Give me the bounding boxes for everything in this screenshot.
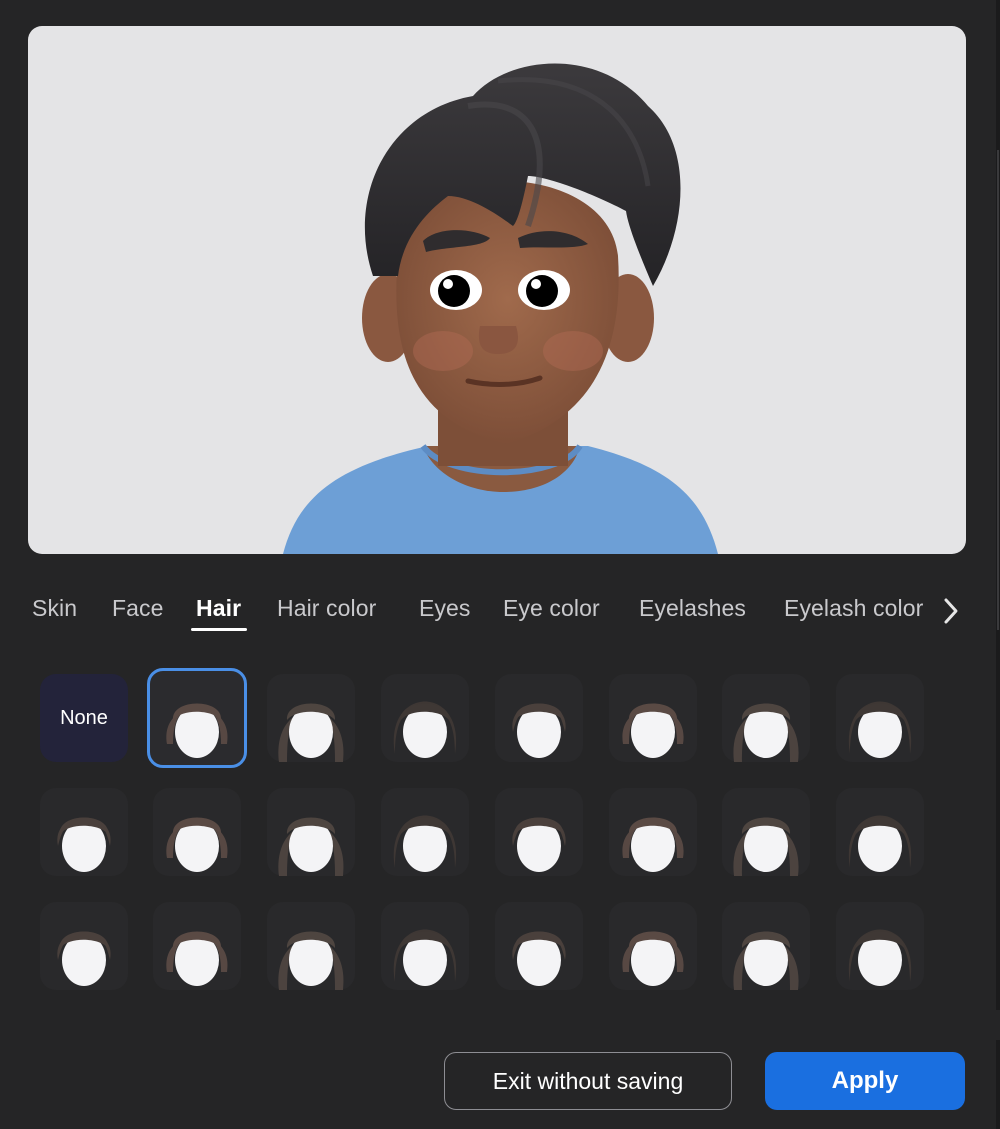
tab-eyelash-color[interactable]: Eyelash color: [784, 595, 923, 622]
hair-option-short-afro[interactable]: [836, 902, 924, 990]
hair-option-flowing-long[interactable]: [40, 902, 128, 990]
tab-hair-color[interactable]: Hair color: [277, 595, 376, 622]
hair-option-quiff[interactable]: [836, 788, 924, 876]
grid-scroll-edge: [0, 1010, 1000, 1040]
hair-thumbnail-icon: [848, 929, 912, 986]
hair-thumbnail-icon: [57, 931, 111, 986]
hair-option-wavy-bob[interactable]: [267, 674, 355, 762]
hair-thumbnail-icon: [393, 815, 457, 872]
hair-option-side-swept-bob[interactable]: [381, 674, 469, 762]
tab-hair[interactable]: Hair: [196, 595, 241, 622]
hair-thumbnail-icon: [166, 703, 228, 758]
hair-option-wavy-medium[interactable]: [722, 788, 810, 876]
hair-option-straight-bangs[interactable]: [609, 674, 697, 762]
exit-without-saving-button[interactable]: Exit without saving: [444, 1052, 732, 1110]
hair-thumbnail-icon: [278, 817, 344, 876]
hair-option-long-straight[interactable]: [722, 674, 810, 762]
tab-eyelashes[interactable]: Eyelashes: [639, 595, 746, 622]
hair-thumbnail-icon: [622, 817, 684, 872]
hair-option-short-twists[interactable]: [722, 902, 810, 990]
hair-style-grid: None: [0, 660, 1000, 1030]
active-tab-indicator: [191, 628, 247, 631]
hair-option-none[interactable]: None: [40, 674, 128, 762]
hair-thumbnail-icon: [393, 929, 457, 986]
hair-thumbnail-icon: [278, 703, 344, 762]
hair-thumbnail-icon: [733, 703, 799, 762]
hair-option-short-fade[interactable]: [609, 902, 697, 990]
tab-face[interactable]: Face: [112, 595, 164, 622]
tab-eye-color[interactable]: Eye color: [503, 595, 600, 622]
hair-thumbnail-icon: [622, 703, 684, 758]
hair-thumbnail-icon: [733, 817, 799, 876]
hair-option-short-side-part[interactable]: [147, 668, 247, 768]
chevron-right-icon[interactable]: [938, 594, 964, 628]
hair-thumbnail-icon: [512, 931, 566, 986]
hair-option-braids-short[interactable]: [381, 902, 469, 990]
hair-option-space-buns[interactable]: [495, 674, 583, 762]
hair-option-long-bangs[interactable]: [836, 674, 924, 762]
none-label: None: [60, 707, 108, 729]
hair-option-wavy-long[interactable]: [609, 788, 697, 876]
hair-option-curly-medium[interactable]: [381, 788, 469, 876]
hair-thumbnail-icon: [278, 931, 344, 990]
hair-thumbnail-icon: [512, 817, 566, 872]
hair-thumbnail-icon: [848, 701, 912, 758]
hair-thumbnail-icon: [393, 701, 457, 758]
hair-option-long-straight-center[interactable]: [153, 788, 241, 876]
hair-option-locs-long[interactable]: [267, 902, 355, 990]
hair-option-short-curly-top[interactable]: [495, 788, 583, 876]
hair-option-curly-long[interactable]: [267, 788, 355, 876]
hair-thumbnail-icon: [166, 817, 228, 872]
category-tabs: Skin Face Hair Hair color Eyes Eye color…: [0, 578, 1000, 642]
apply-button[interactable]: Apply: [765, 1052, 965, 1110]
hair-thumbnail-icon: [733, 931, 799, 990]
hair-option-long-side-part[interactable]: [40, 788, 128, 876]
hair-option-twists-bob[interactable]: [495, 902, 583, 990]
avatar-preview: [28, 26, 966, 554]
tab-eyes[interactable]: Eyes: [419, 595, 471, 622]
avatar-image: [283, 63, 718, 554]
hair-thumbnail-icon: [166, 931, 228, 986]
tab-skin[interactable]: Skin: [32, 595, 77, 622]
hair-thumbnail-icon: [57, 817, 111, 872]
hair-option-afro[interactable]: [153, 902, 241, 990]
hair-thumbnail-icon: [512, 703, 566, 758]
hair-thumbnail-icon: [622, 931, 684, 986]
hair-thumbnail-icon: [848, 815, 912, 872]
